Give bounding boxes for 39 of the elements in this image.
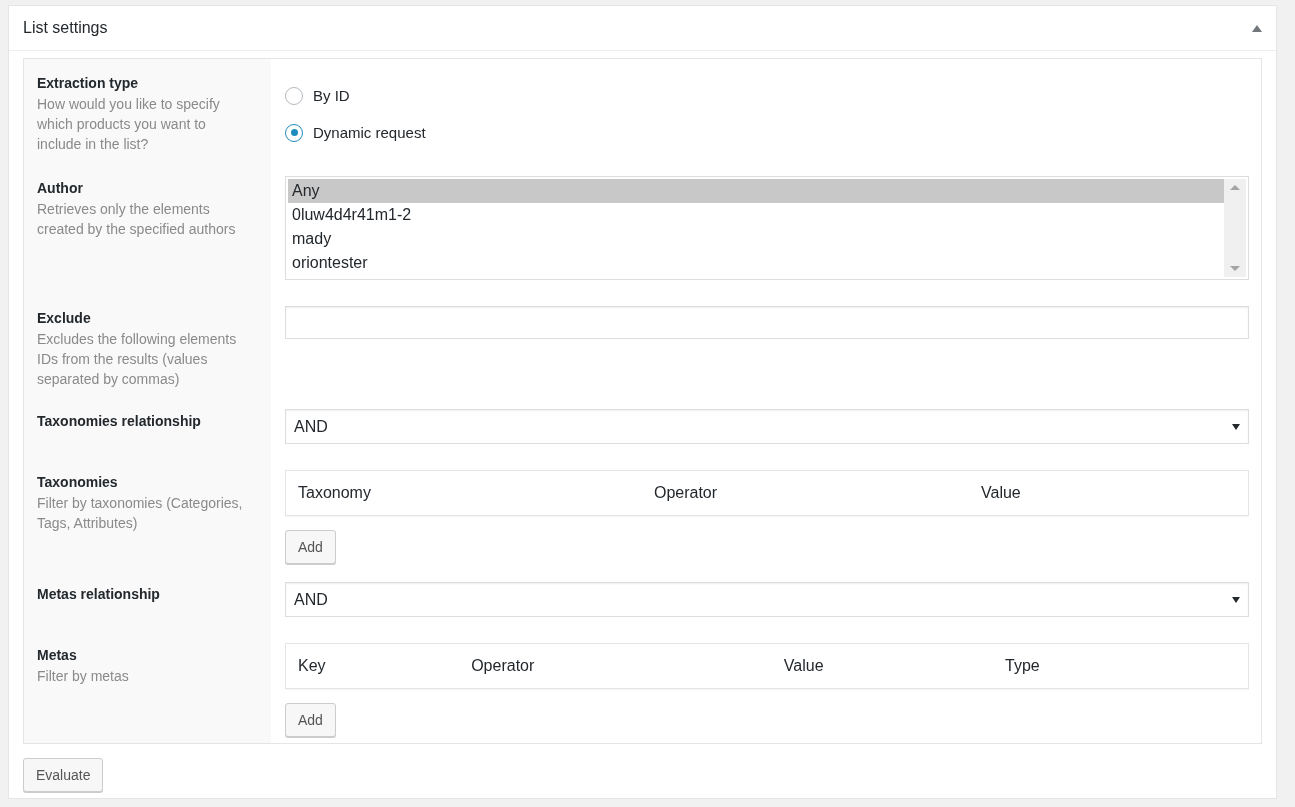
listbox-option[interactable]: Any	[288, 179, 1224, 203]
column-header: Taxonomy	[297, 483, 372, 503]
field-description: How would you like to specify which products you want to include in the list?	[37, 95, 221, 154]
select-field[interactable]: AND	[285, 409, 1249, 444]
column-header: Operator	[470, 656, 536, 676]
add-button[interactable]: Add	[285, 530, 336, 564]
scrollbar[interactable]	[1224, 179, 1246, 277]
listbox-option[interactable]: mady	[288, 227, 1224, 251]
field-label: Author	[37, 179, 84, 198]
panel-title: List settings	[23, 18, 108, 38]
collapse-arrow-icon[interactable]	[1252, 24, 1262, 32]
field-description: Filter by metas	[37, 667, 130, 686]
dropdown-caret-icon[interactable]	[1232, 596, 1240, 603]
column-header: Key	[297, 656, 327, 676]
field-label: Taxonomies	[37, 473, 119, 492]
field-description: Retrieves only the elements created by the specified authors	[37, 200, 237, 239]
radio-button[interactable]	[285, 123, 303, 142]
listbox-option[interactable]: 0luw4d4r41m1-2	[288, 203, 1224, 227]
evaluate-button[interactable]: Evaluate	[23, 758, 104, 792]
field-label: Taxonomies relationship	[37, 412, 202, 431]
author-listbox[interactable]: Any 0luw4d4r41m1-2 mady oriontester	[285, 176, 1249, 280]
column-header: Value	[980, 483, 1022, 503]
radio-label[interactable]: By ID	[313, 85, 350, 108]
field-label: Exclude	[37, 309, 92, 328]
listbox-option[interactable]: oriontester	[288, 251, 1224, 275]
column-header: Type	[1004, 656, 1041, 676]
radio-label[interactable]: Dynamic request	[313, 121, 426, 144]
field-label: Extraction type	[37, 74, 140, 93]
field-description: Excludes the following elements IDs from the results (values separated by commas)	[37, 330, 238, 389]
dropdown-caret-icon[interactable]	[1232, 423, 1240, 430]
field-label: Metas relationship	[37, 585, 161, 604]
text-field[interactable]	[285, 306, 1249, 339]
column-header: Operator	[652, 483, 719, 503]
add-button[interactable]: Add	[285, 703, 336, 737]
field-label: Metas	[37, 646, 78, 665]
column-header: Value	[782, 656, 825, 676]
field-description: Filter by taxonomies (Categories, Tags, Attributes)	[37, 494, 244, 533]
select-field[interactable]: AND	[285, 582, 1249, 617]
radio-button[interactable]	[285, 87, 303, 106]
